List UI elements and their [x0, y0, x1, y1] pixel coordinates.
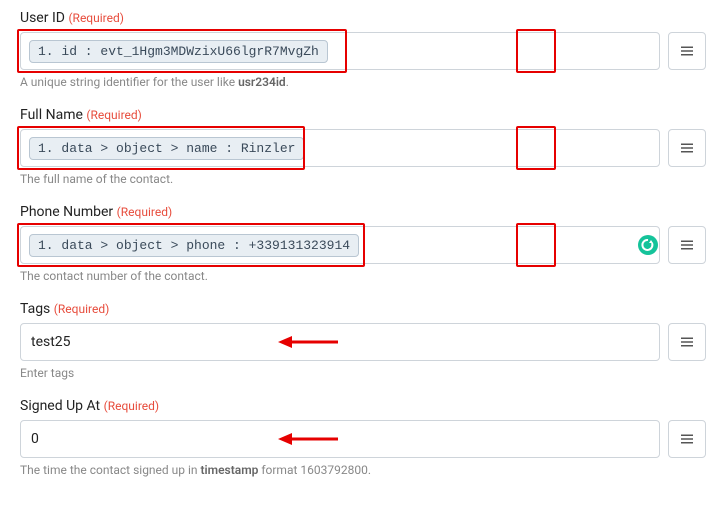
full-name-pill[interactable]: 1. data > object > name : Rinzler	[29, 137, 304, 160]
tags-menu-button[interactable]	[668, 323, 706, 361]
hamburger-icon	[678, 333, 696, 351]
user-id-required: (Required)	[68, 11, 123, 25]
phone-input[interactable]: 1. data > object > phone : +339131323914	[20, 226, 660, 264]
signed-up-value: 0	[31, 431, 39, 447]
hamburger-icon	[678, 236, 696, 254]
phone-required: (Required)	[117, 205, 172, 219]
signed-up-label: Signed Up At	[20, 398, 100, 414]
full-name-menu-button[interactable]	[668, 129, 706, 167]
phone-helper: The contact number of the contact.	[20, 269, 706, 283]
hamburger-icon	[678, 42, 696, 60]
tags-helper: Enter tags	[20, 366, 706, 380]
full-name-helper: The full name of the contact.	[20, 172, 706, 186]
full-name-label: Full Name	[20, 107, 83, 123]
hamburger-icon	[678, 430, 696, 448]
full-name-input[interactable]: 1. data > object > name : Rinzler	[20, 129, 660, 167]
user-id-helper: A unique string identifier for the user …	[20, 75, 706, 89]
phone-label: Phone Number	[20, 204, 113, 220]
signed-up-menu-button[interactable]	[668, 420, 706, 458]
hamburger-icon	[678, 139, 696, 157]
tags-value: test25	[31, 334, 71, 350]
signed-up-required: (Required)	[104, 399, 159, 413]
tags-input[interactable]: test25	[20, 323, 660, 361]
user-id-menu-button[interactable]	[668, 32, 706, 70]
user-id-input[interactable]: 1. id : evt_1Hgm3MDWzixU66lgrR7MvgZh	[20, 32, 660, 70]
phone-menu-button[interactable]	[668, 226, 706, 264]
user-id-label: User ID	[20, 10, 65, 26]
full-name-required: (Required)	[86, 108, 141, 122]
grammarly-icon[interactable]	[638, 235, 658, 255]
tags-required: (Required)	[54, 302, 109, 316]
tags-label: Tags	[20, 301, 50, 317]
user-id-pill[interactable]: 1. id : evt_1Hgm3MDWzixU66lgrR7MvgZh	[29, 40, 328, 63]
signed-up-helper: The time the contact signed up in timest…	[20, 463, 706, 477]
signed-up-input[interactable]: 0	[20, 420, 660, 458]
phone-pill[interactable]: 1. data > object > phone : +339131323914	[29, 234, 359, 257]
